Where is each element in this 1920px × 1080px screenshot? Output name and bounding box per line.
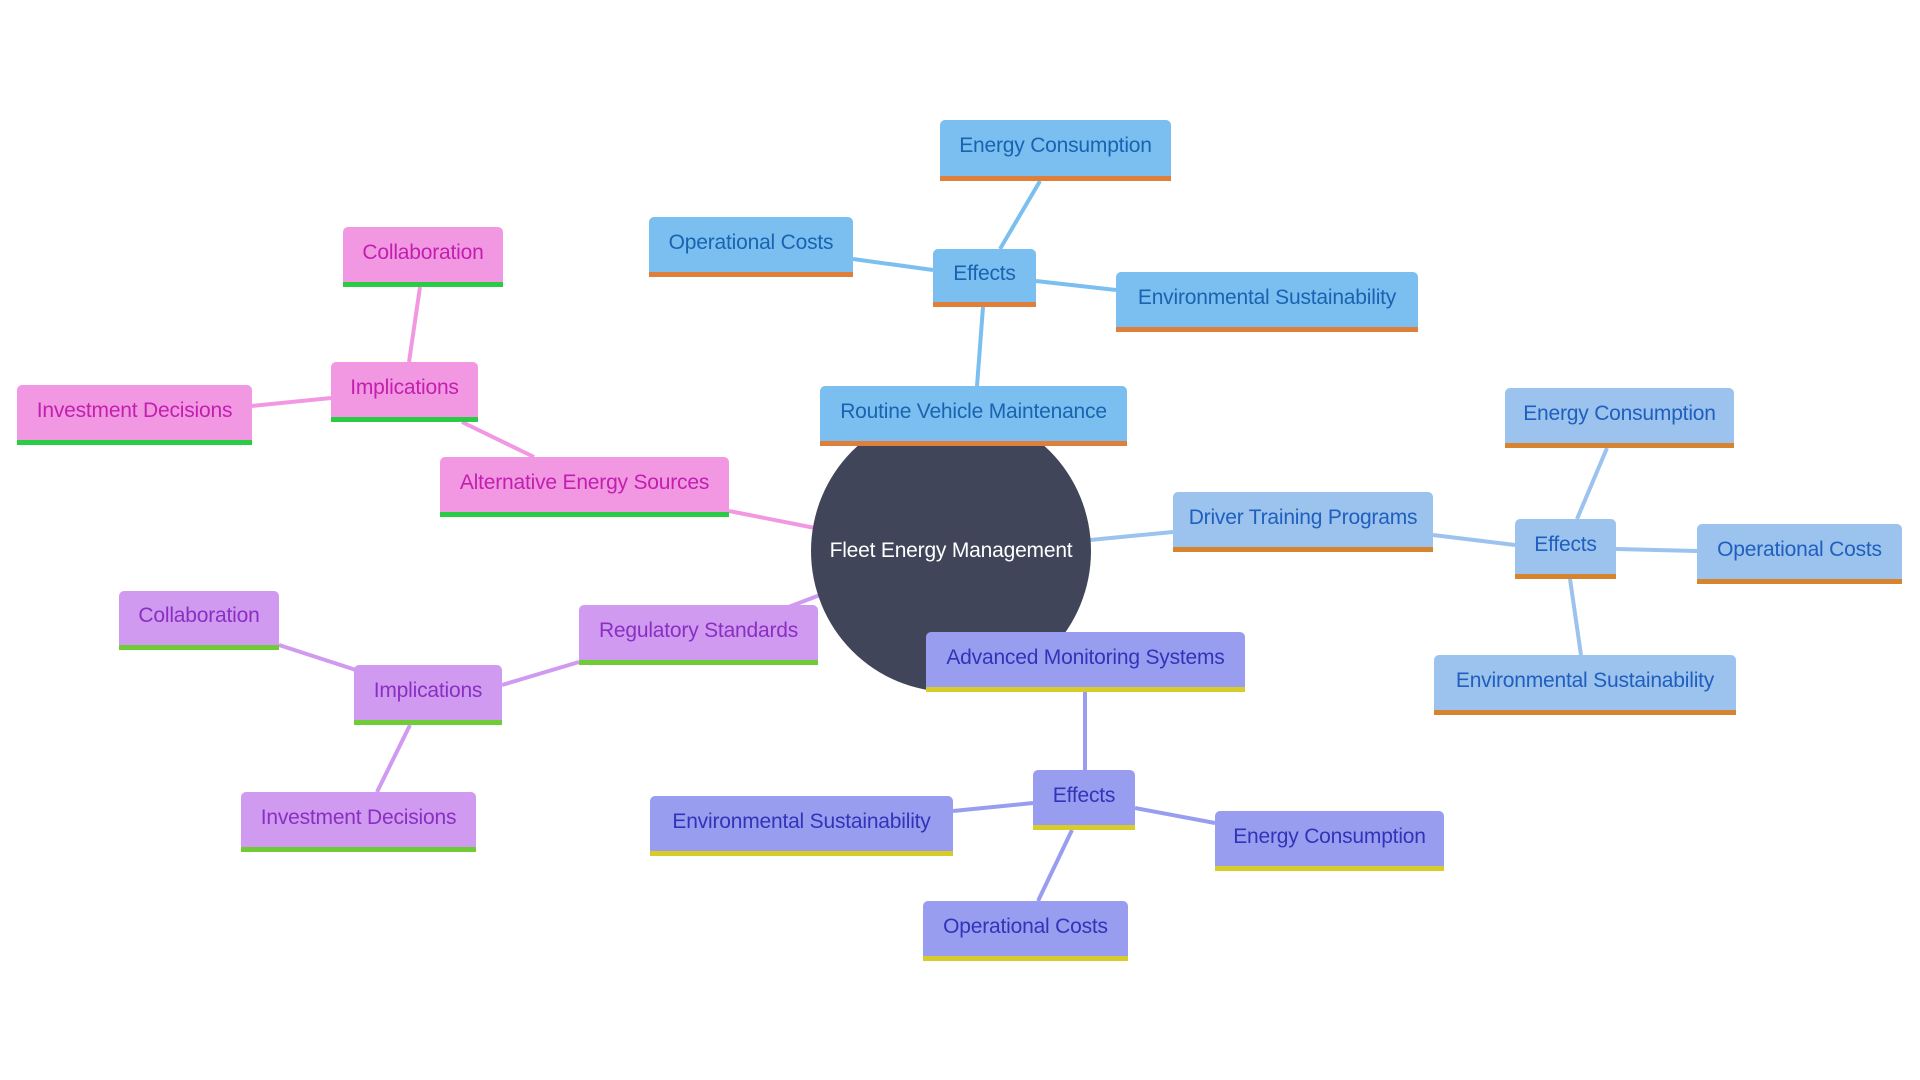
edge-implications-collab-2 bbox=[278, 643, 357, 672]
node-regulatory-implications[interactable]: Implications bbox=[354, 665, 502, 725]
node-routine-environmental-sustainability[interactable]: Environmental Sustainability bbox=[1116, 272, 1418, 332]
node-label: Collaboration bbox=[362, 240, 484, 264]
edge-effects-env bbox=[1035, 279, 1117, 292]
edge-effects-env-2 bbox=[1568, 578, 1583, 656]
node-label: Energy Consumption bbox=[1233, 824, 1426, 848]
node-driver-effects[interactable]: Effects bbox=[1515, 519, 1616, 579]
edge-effects-energy-3 bbox=[1134, 806, 1216, 825]
node-label: Effects bbox=[953, 261, 1016, 285]
edge-effects-energy bbox=[998, 179, 1042, 251]
node-label: Advanced Monitoring Systems bbox=[946, 645, 1225, 669]
node-driver-operational-costs[interactable]: Operational Costs bbox=[1697, 524, 1902, 584]
node-label: Alternative Energy Sources bbox=[459, 470, 710, 494]
node-label: Regulatory Standards bbox=[598, 618, 799, 642]
node-label: Effects bbox=[1534, 532, 1597, 556]
node-label: Energy Consumption bbox=[1523, 401, 1716, 425]
node-label: Investment Decisions bbox=[36, 398, 233, 422]
root-label: Fleet Energy Management bbox=[829, 539, 1073, 562]
node-label: Operational Costs bbox=[943, 914, 1108, 938]
node-routine-operational-costs[interactable]: Operational Costs bbox=[649, 217, 853, 277]
node-label: Routine Vehicle Maintenance bbox=[840, 399, 1107, 423]
edge-center-driver bbox=[1089, 530, 1174, 542]
edge-implications-collab bbox=[407, 286, 422, 363]
node-driver-training-programs[interactable]: Driver Training Programs bbox=[1173, 492, 1433, 552]
edge-effects-env-3 bbox=[952, 801, 1034, 813]
node-alternative-investment-decisions[interactable]: Investment Decisions bbox=[17, 385, 252, 445]
edge-implications-invest-2 bbox=[375, 724, 412, 793]
node-monitoring-operational-costs[interactable]: Operational Costs bbox=[923, 901, 1128, 961]
node-label: Investment Decisions bbox=[260, 805, 457, 829]
edge-effects-costs bbox=[852, 257, 934, 272]
node-routine-effects[interactable]: Effects bbox=[933, 249, 1036, 307]
edge-center-alternative bbox=[728, 509, 816, 530]
edge-effects-costs-3 bbox=[1036, 829, 1074, 902]
node-label: Implications bbox=[350, 375, 459, 399]
node-driver-environmental-sustainability[interactable]: Environmental Sustainability bbox=[1434, 655, 1736, 715]
node-regulatory-standards[interactable]: Regulatory Standards bbox=[579, 605, 818, 665]
node-label: Operational Costs bbox=[668, 230, 834, 254]
node-monitoring-effects[interactable]: Effects bbox=[1033, 770, 1135, 830]
edge-alternative-implications bbox=[461, 420, 535, 459]
node-advanced-monitoring-systems[interactable]: Advanced Monitoring Systems bbox=[926, 632, 1245, 692]
edge-driver-effects bbox=[1432, 533, 1516, 547]
node-driver-energy-consumption[interactable]: Energy Consumption bbox=[1505, 388, 1734, 448]
node-label: Driver Training Programs bbox=[1188, 505, 1418, 529]
node-label: Energy Consumption bbox=[959, 134, 1152, 157]
node-label: Implications bbox=[373, 678, 483, 702]
edge-effects-costs-2 bbox=[1615, 547, 1698, 553]
node-regulatory-collaboration[interactable]: Collaboration bbox=[119, 591, 279, 650]
edge-routine-effects bbox=[975, 306, 985, 387]
node-label: Operational Costs bbox=[1717, 537, 1882, 561]
edge-regulatory-implications bbox=[501, 660, 580, 687]
edge-implications-invest bbox=[251, 396, 332, 408]
edge-effects-energy-2 bbox=[1575, 447, 1609, 520]
node-routine-vehicle-maintenance[interactable]: Routine Vehicle Maintenance bbox=[820, 386, 1127, 446]
node-monitoring-environmental-sustainability[interactable]: Environmental Sustainability bbox=[650, 796, 953, 856]
node-label: Environmental Sustainability bbox=[1455, 668, 1715, 692]
node-alternative-energy-sources[interactable]: Alternative Energy Sources bbox=[440, 457, 729, 517]
node-label: Effects bbox=[1052, 783, 1116, 807]
node-label: Collaboration bbox=[138, 604, 260, 627]
node-monitoring-energy-consumption[interactable]: Energy Consumption bbox=[1215, 811, 1444, 871]
node-alternative-implications[interactable]: Implications bbox=[331, 362, 478, 422]
node-label: Environmental Sustainability bbox=[672, 809, 931, 833]
node-alternative-collaboration[interactable]: Collaboration bbox=[343, 227, 503, 287]
node-regulatory-investment-decisions[interactable]: Investment Decisions bbox=[241, 792, 476, 852]
node-routine-energy-consumption[interactable]: Energy Consumption bbox=[940, 120, 1171, 181]
node-label: Environmental Sustainability bbox=[1137, 285, 1397, 309]
